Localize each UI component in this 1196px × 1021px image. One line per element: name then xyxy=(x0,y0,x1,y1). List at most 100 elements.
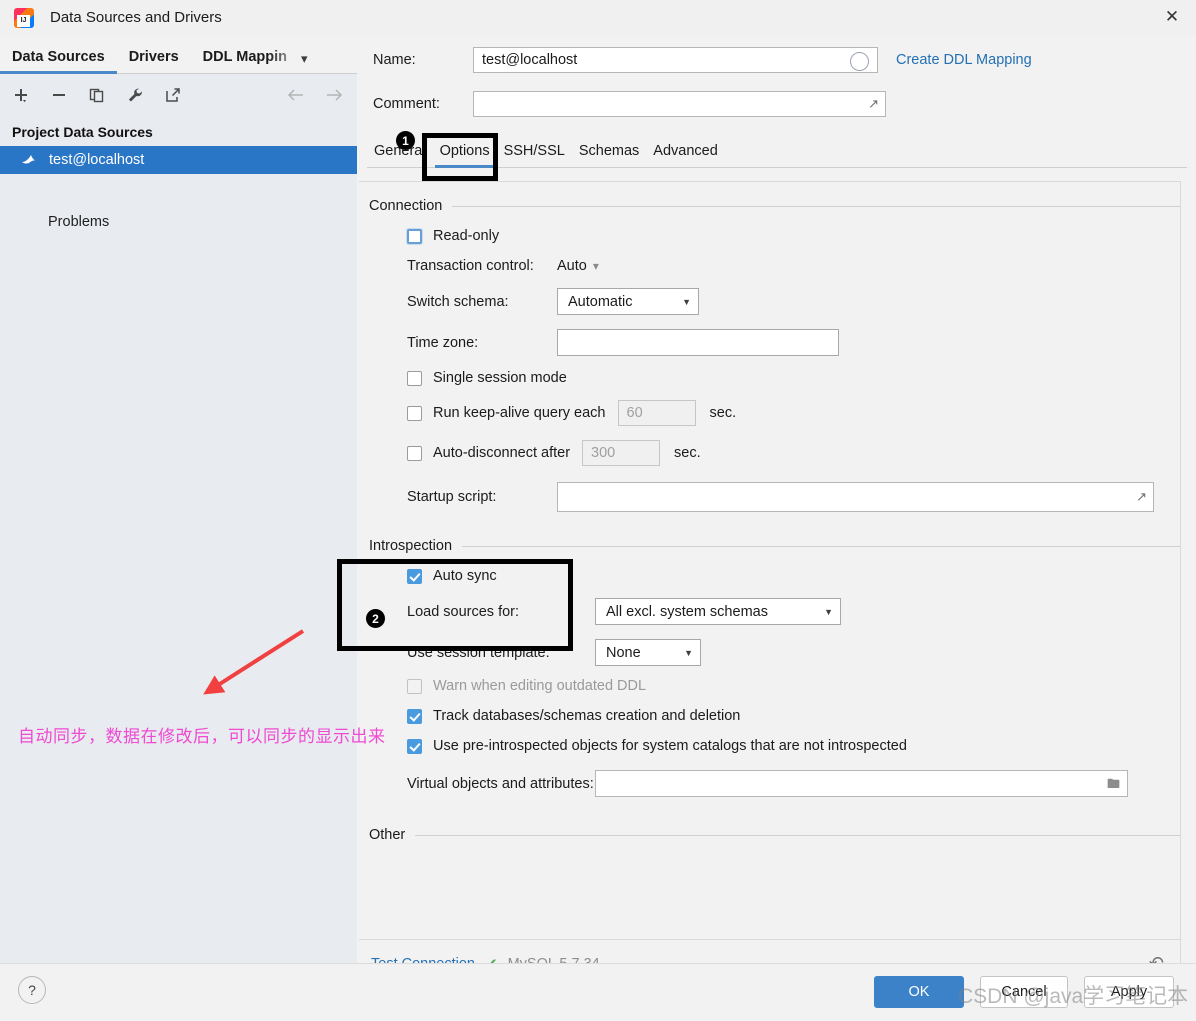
other-section-title: Other xyxy=(369,827,406,843)
sidebar-problems-label[interactable]: Problems xyxy=(0,214,357,230)
close-icon[interactable]: ✕ xyxy=(1148,0,1196,34)
warn-outdated-ddl-row: Warn when editing outdated DDL xyxy=(369,678,1180,694)
settings-panel: Name: test@localhost Create DDL Mapping … xyxy=(357,35,1196,987)
cancel-button[interactable]: Cancel xyxy=(980,976,1068,1008)
time-zone-input[interactable] xyxy=(557,329,839,356)
keep-alive-input[interactable]: 60 xyxy=(617,400,696,426)
pre-introspected-row: Use pre-introspected objects for system … xyxy=(369,738,1180,754)
forward-arrow-icon[interactable] xyxy=(323,84,345,106)
tab-schemas[interactable]: Schemas xyxy=(572,136,646,167)
back-arrow-icon[interactable] xyxy=(285,84,307,106)
sidebar-navigation xyxy=(285,84,345,106)
read-only-row: Read-only xyxy=(369,228,1180,244)
keep-alive-checkbox[interactable] xyxy=(407,405,422,421)
sidebar-group-title: Project Data Sources xyxy=(12,124,153,140)
transaction-control-row: Transaction control: Auto ▾ xyxy=(369,258,1180,274)
auto-disconnect-checkbox[interactable] xyxy=(407,445,422,461)
auto-disconnect-label: Auto-disconnect after xyxy=(433,445,571,461)
track-db-changes-label: Track databases/schemas creation and del… xyxy=(433,708,741,724)
startup-script-row: Startup script: ↗ xyxy=(369,482,1180,512)
load-sources-label: Load sources for: xyxy=(407,603,520,620)
session-template-select[interactable]: None ▼ xyxy=(595,639,701,666)
comment-label: Comment: xyxy=(373,96,440,112)
switch-schema-value: Automatic xyxy=(568,293,633,310)
load-sources-select[interactable]: All excl. system schemas ▼ xyxy=(595,598,841,625)
wrench-icon[interactable] xyxy=(124,84,146,106)
track-db-changes-checkbox[interactable] xyxy=(407,708,422,724)
single-session-row: Single session mode xyxy=(369,370,1180,386)
transaction-control-label: Transaction control: xyxy=(407,258,534,274)
expand-icon[interactable]: ↗ xyxy=(1136,489,1147,505)
single-session-checkbox[interactable] xyxy=(407,370,422,386)
session-template-row: Use session template: None ▼ xyxy=(369,639,1180,666)
comment-input[interactable]: ↗ xyxy=(473,91,886,117)
options-content: Connection Read-only Transaction control… xyxy=(359,181,1181,939)
remove-icon[interactable] xyxy=(48,84,70,106)
caret-down-icon: ▼ xyxy=(684,647,693,658)
progress-circle-icon xyxy=(850,52,869,71)
create-ddl-mapping-link[interactable]: Create DDL Mapping xyxy=(896,52,1032,68)
sidebar-toolbar xyxy=(0,74,357,116)
caret-down-icon: ▼ xyxy=(824,606,833,617)
keep-alive-row: Run keep-alive query each 60 sec. xyxy=(369,400,1180,426)
tab-general[interactable]: General xyxy=(367,136,433,167)
tab-advanced[interactable]: Advanced xyxy=(646,136,725,167)
add-icon[interactable] xyxy=(10,84,32,106)
connection-section-title: Connection xyxy=(369,198,443,214)
switch-schema-select[interactable]: Automatic ▼ xyxy=(557,288,699,315)
session-template-value: None xyxy=(606,644,641,661)
window-titlebar: Data Sources and Drivers ✕ xyxy=(0,0,1196,36)
time-zone-label: Time zone: xyxy=(407,334,479,351)
copy-icon[interactable] xyxy=(86,84,108,106)
single-session-label: Single session mode xyxy=(433,370,567,386)
introspection-section-title: Introspection xyxy=(369,538,453,554)
load-sources-value: All excl. system schemas xyxy=(606,603,768,620)
warn-outdated-ddl-checkbox xyxy=(407,678,422,694)
startup-script-label: Startup script: xyxy=(407,489,497,505)
warn-outdated-ddl-label: Warn when editing outdated DDL xyxy=(433,678,647,694)
tab-data-sources[interactable]: Data Sources xyxy=(0,49,117,74)
name-input[interactable]: test@localhost xyxy=(473,47,878,73)
name-field-row: Name: test@localhost Create DDL Mapping xyxy=(357,43,1196,77)
transaction-control-value: Auto xyxy=(557,258,587,274)
startup-script-input[interactable]: ↗ xyxy=(557,482,1154,512)
tab-ssh-ssl[interactable]: SSH/SSL xyxy=(497,136,572,167)
config-tabs: General Options SSH/SSL Schemas Advanced xyxy=(367,135,1187,168)
auto-sync-checkbox[interactable] xyxy=(407,568,422,584)
transaction-control-select[interactable]: Auto ▾ xyxy=(557,258,599,274)
read-only-checkbox[interactable] xyxy=(407,228,422,244)
name-label: Name: xyxy=(373,52,416,68)
tab-options[interactable]: Options xyxy=(433,136,497,168)
mysql-dolphin-icon xyxy=(20,151,37,170)
expand-icon[interactable]: ↗ xyxy=(868,96,879,112)
sidebar-tabs: Data Sources Drivers DDL Mappin ▾ xyxy=(0,35,357,74)
apply-button[interactable]: Apply xyxy=(1084,976,1174,1008)
tab-ddl-mappings[interactable]: DDL Mappin xyxy=(191,49,299,73)
load-sources-row: Load sources for: All excl. system schem… xyxy=(369,598,1180,625)
help-icon[interactable]: ? xyxy=(18,976,46,1004)
sidebar-item-test-localhost[interactable]: test@localhost xyxy=(0,146,357,174)
sidebar: Data Sources Drivers DDL Mappin ▾ Projec… xyxy=(0,35,358,963)
name-input-value: test@localhost xyxy=(482,52,578,68)
folder-icon[interactable]: 🖿 xyxy=(1107,775,1120,797)
auto-disconnect-row: Auto-disconnect after 300 sec. xyxy=(369,440,1180,466)
virtual-objects-input[interactable]: 🖿 xyxy=(595,770,1128,797)
tab-drivers[interactable]: Drivers xyxy=(117,49,191,73)
virtual-objects-label: Virtual objects and attributes: xyxy=(407,775,594,792)
caret-down-icon: ▼ xyxy=(682,296,691,307)
chevron-down-icon[interactable]: ▾ xyxy=(301,51,308,67)
ok-button[interactable]: OK xyxy=(874,976,964,1008)
share-icon[interactable] xyxy=(162,84,184,106)
track-db-changes-row: Track databases/schemas creation and del… xyxy=(369,708,1180,724)
section-divider xyxy=(462,545,1180,547)
introspection-section-header: Introspection xyxy=(369,538,1180,554)
intellij-logo-icon xyxy=(14,7,34,28)
virtual-objects-row: Virtual objects and attributes: 🖿 xyxy=(369,770,1180,797)
panel-scrollbar[interactable] xyxy=(1188,35,1196,963)
connection-section-header: Connection xyxy=(369,198,1180,214)
pre-introspected-checkbox[interactable] xyxy=(407,738,422,754)
auto-disconnect-unit: sec. xyxy=(674,445,701,461)
session-template-label: Use session template: xyxy=(407,644,550,661)
switch-schema-label: Switch schema: xyxy=(407,293,509,310)
auto-disconnect-input[interactable]: 300 xyxy=(582,440,661,466)
